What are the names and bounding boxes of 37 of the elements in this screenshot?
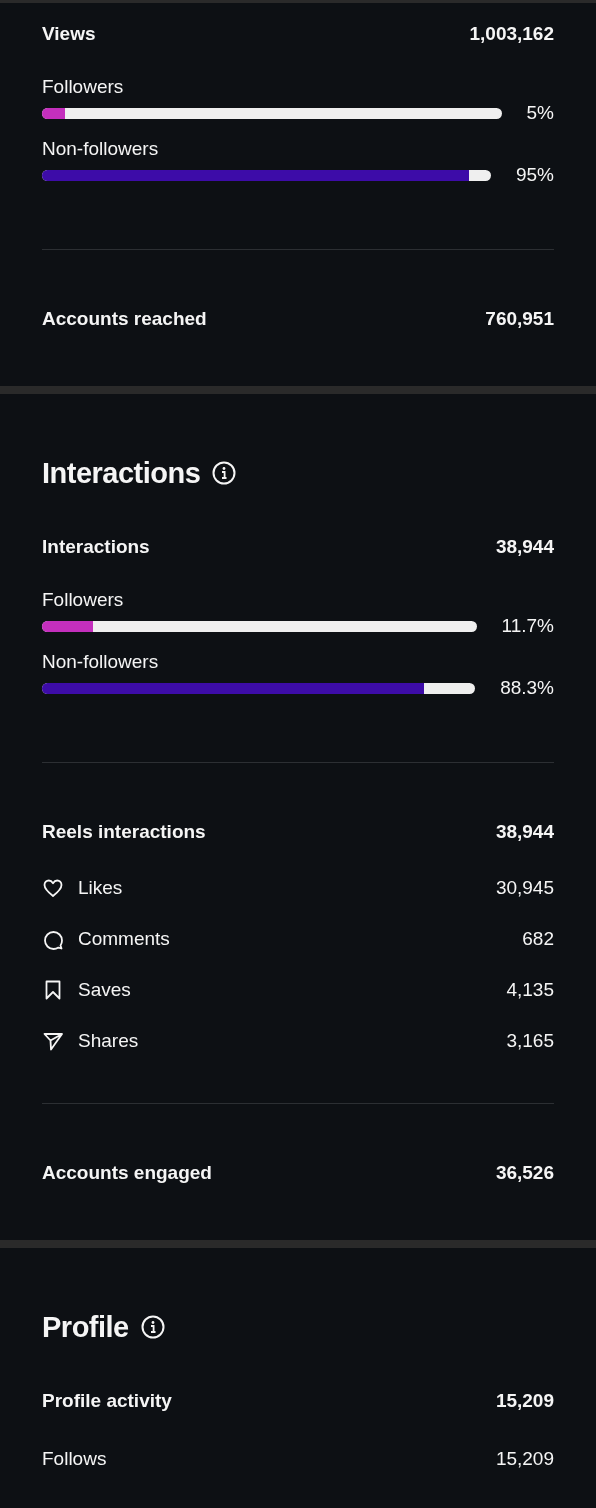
- stat-value: 38,944: [495, 819, 554, 844]
- stat-label: Profile activity: [42, 1388, 172, 1413]
- percent-value: 88.3%: [500, 675, 554, 700]
- stat-value: 15,209: [495, 1388, 554, 1413]
- stat-label: Reels interactions: [42, 819, 206, 844]
- stat-value: 1,003,162: [469, 21, 554, 46]
- bar-label: Non-followers: [42, 137, 160, 161]
- metric-label: Comments: [78, 926, 170, 951]
- metric-value: 682: [522, 926, 554, 951]
- bar-label: Non-followers: [42, 650, 160, 674]
- stat-label: Accounts reached: [42, 306, 207, 331]
- section-heading: Profile: [42, 1310, 129, 1344]
- stat-value: 36,526: [495, 1160, 554, 1185]
- info-icon[interactable]: [212, 461, 237, 485]
- heart-icon: [42, 877, 64, 899]
- stat-label: Follows: [42, 1446, 107, 1471]
- stat-label: Interactions: [42, 534, 150, 559]
- percent-value: 11.7%: [501, 613, 554, 638]
- stat-value: 38,944: [495, 534, 554, 559]
- metric-label: Shares: [78, 1028, 139, 1053]
- metric-value: 3,165: [506, 1028, 554, 1053]
- stat-value: 15,209: [495, 1446, 554, 1471]
- stat-label: Views: [42, 21, 96, 46]
- percent-value: 95%: [515, 162, 554, 187]
- speech-bubble-icon: [42, 928, 64, 950]
- metric-value: 4,135: [506, 977, 554, 1002]
- paper-plane-icon: [42, 1030, 64, 1052]
- percent-value: 5%: [526, 100, 554, 125]
- metric-value: 30,945: [495, 875, 554, 900]
- stat-label: Accounts engaged: [42, 1160, 212, 1185]
- metric-label: Saves: [78, 977, 131, 1002]
- bar-label: Followers: [42, 75, 125, 99]
- info-icon[interactable]: [140, 1315, 165, 1339]
- stat-value: 760,951: [485, 306, 554, 331]
- metric-label: Likes: [78, 875, 123, 900]
- bar-label: Followers: [42, 588, 125, 612]
- section-heading: Interactions: [42, 456, 201, 490]
